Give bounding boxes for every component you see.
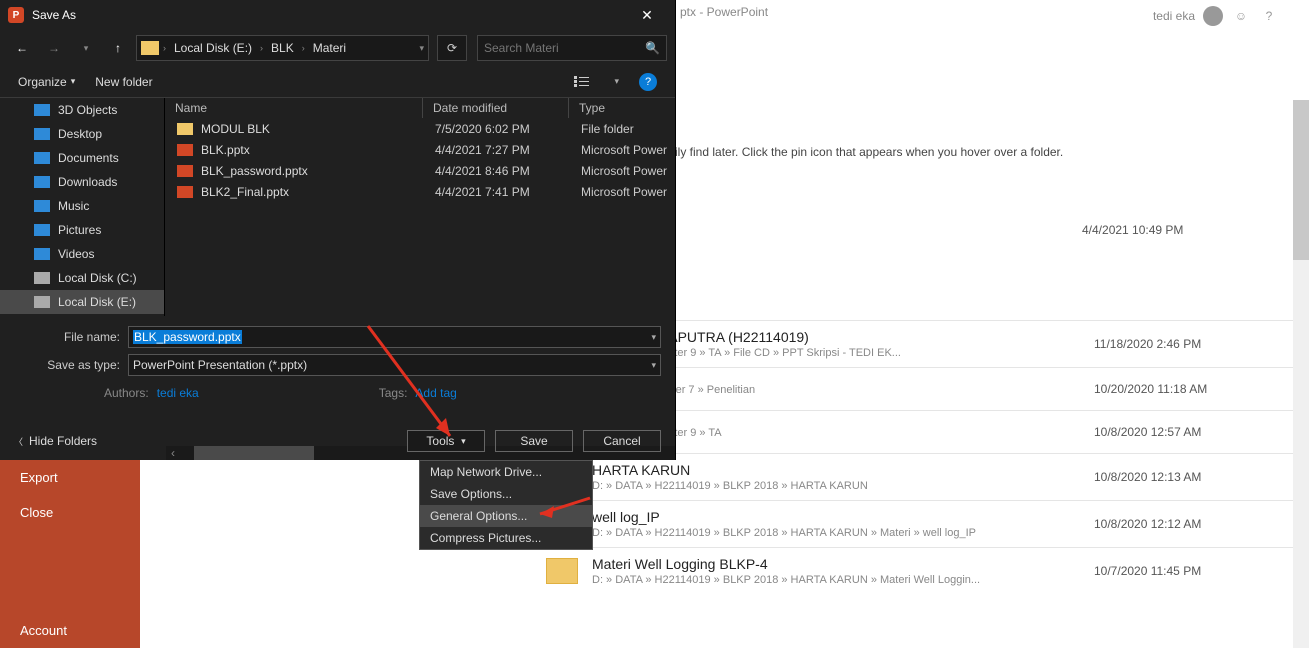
authors-value[interactable]: tedi eka: [157, 386, 199, 400]
tree-item[interactable]: Downloads: [0, 170, 164, 194]
tree-item[interactable]: 3D Objects: [0, 98, 164, 122]
folder-icon: [546, 558, 578, 584]
col-name[interactable]: Name: [165, 98, 423, 118]
recent-folder-item[interactable]: well log_IPD: » DATA » H22114019 » BLKP …: [500, 500, 1294, 547]
menu-compress-pictures[interactable]: Compress Pictures...: [420, 527, 592, 549]
sidebar-close[interactable]: Close: [0, 495, 140, 530]
menu-map-drive[interactable]: Map Network Drive...: [420, 461, 592, 483]
file-list[interactable]: Name Date modified Type MODUL BLK7/5/202…: [165, 98, 675, 316]
tree-item[interactable]: Local Disk (E:): [0, 290, 164, 314]
back-icon[interactable]: ←: [8, 34, 36, 62]
saveastype-label: Save as type:: [14, 358, 128, 372]
face-icon[interactable]: ☺: [1231, 6, 1251, 26]
user-name: tedi eka: [1153, 9, 1195, 23]
organize-button[interactable]: Organize ▾: [18, 75, 75, 89]
saveastype-field[interactable]: PowerPoint Presentation (*.pptx)▾: [128, 354, 661, 376]
crumb-0[interactable]: Local Disk (E:): [170, 41, 256, 55]
tree-item[interactable]: Music: [0, 194, 164, 218]
tree-item[interactable]: Desktop: [0, 122, 164, 146]
col-date[interactable]: Date modified: [423, 98, 569, 118]
pin-hint: ily find later. Click the pin icon that …: [675, 145, 1063, 159]
col-type[interactable]: Type: [569, 98, 675, 118]
folder-icon: [141, 41, 159, 55]
avatar[interactable]: [1203, 6, 1223, 26]
tools-menu: Map Network Drive... Save Options... Gen…: [419, 460, 593, 550]
first-time: 4/4/2021 10:49 PM: [1082, 223, 1183, 237]
file-row[interactable]: BLK_password.pptx4/4/2021 8:46 PMMicroso…: [165, 160, 675, 181]
help-icon[interactable]: ?: [639, 73, 657, 91]
recent-folder-item[interactable]: Materi Well Logging BLKP-4D: » DATA » H2…: [500, 547, 1294, 594]
sidebar-account[interactable]: Account: [0, 613, 140, 648]
search-icon: 🔍: [645, 41, 660, 55]
save-button[interactable]: Save: [495, 430, 573, 452]
help-icon[interactable]: ?: [1259, 6, 1279, 26]
vertical-scrollbar[interactable]: [1293, 100, 1309, 648]
tree-item[interactable]: Documents: [0, 146, 164, 170]
cancel-button[interactable]: Cancel: [583, 430, 661, 452]
user-area: tedi eka ☺ ?: [1153, 6, 1279, 26]
tree-item[interactable]: Local Disk (C:): [0, 266, 164, 290]
sidebar-export[interactable]: Export: [0, 460, 140, 495]
address-bar[interactable]: › Local Disk (E:) › BLK › Materi ▾: [136, 35, 429, 61]
close-icon[interactable]: ✕: [627, 0, 667, 30]
crumb-1[interactable]: BLK: [267, 41, 298, 55]
file-row[interactable]: MODUL BLK7/5/2020 6:02 PMFile folder: [165, 118, 675, 139]
filename-label: File name:: [14, 330, 128, 344]
chevron-down-icon[interactable]: ▾: [419, 43, 424, 54]
file-row[interactable]: BLK2_Final.pptx4/4/2021 7:41 PMMicrosoft…: [165, 181, 675, 202]
up-icon[interactable]: ↑: [104, 34, 132, 62]
dialog-title: Save As: [32, 8, 627, 22]
tools-button[interactable]: Tools ▾: [407, 430, 485, 452]
tree-item[interactable]: Pictures: [0, 218, 164, 242]
file-row[interactable]: BLK.pptx4/4/2021 7:27 PMMicrosoft Power: [165, 139, 675, 160]
folder-tree[interactable]: 3D ObjectsDesktopDocumentsDownloadsMusic…: [0, 98, 165, 316]
new-folder-button[interactable]: New folder: [95, 75, 152, 89]
tags-label: Tags:: [379, 386, 408, 400]
chevron-down-icon[interactable]: ▾: [72, 34, 100, 62]
powerpoint-icon: P: [8, 7, 24, 23]
menu-general-options[interactable]: General Options...: [420, 505, 592, 527]
hide-folders-button[interactable]: 〈 Hide Folders: [14, 434, 97, 448]
crumb-2[interactable]: Materi: [309, 41, 350, 55]
menu-save-options[interactable]: Save Options...: [420, 483, 592, 505]
app-title: ptx - PowerPoint: [680, 5, 768, 19]
refresh-icon[interactable]: ⟳: [437, 35, 467, 61]
filename-field[interactable]: BLK_password.pptx▾: [128, 326, 661, 348]
authors-label: Authors:: [104, 386, 149, 400]
view-icon[interactable]: [570, 72, 594, 92]
search-input[interactable]: 🔍: [477, 35, 667, 61]
tree-item[interactable]: Videos: [0, 242, 164, 266]
save-as-dialog: P Save As ✕ ← → ▾ ↑ › Local Disk (E:) › …: [0, 0, 676, 460]
tags-value[interactable]: Add tag: [415, 386, 456, 400]
recent-folder-item[interactable]: HARTA KARUND: » DATA » H22114019 » BLKP …: [500, 453, 1294, 500]
powerpoint-sidebar: Export Close Account: [0, 460, 140, 648]
forward-icon[interactable]: →: [40, 34, 68, 62]
